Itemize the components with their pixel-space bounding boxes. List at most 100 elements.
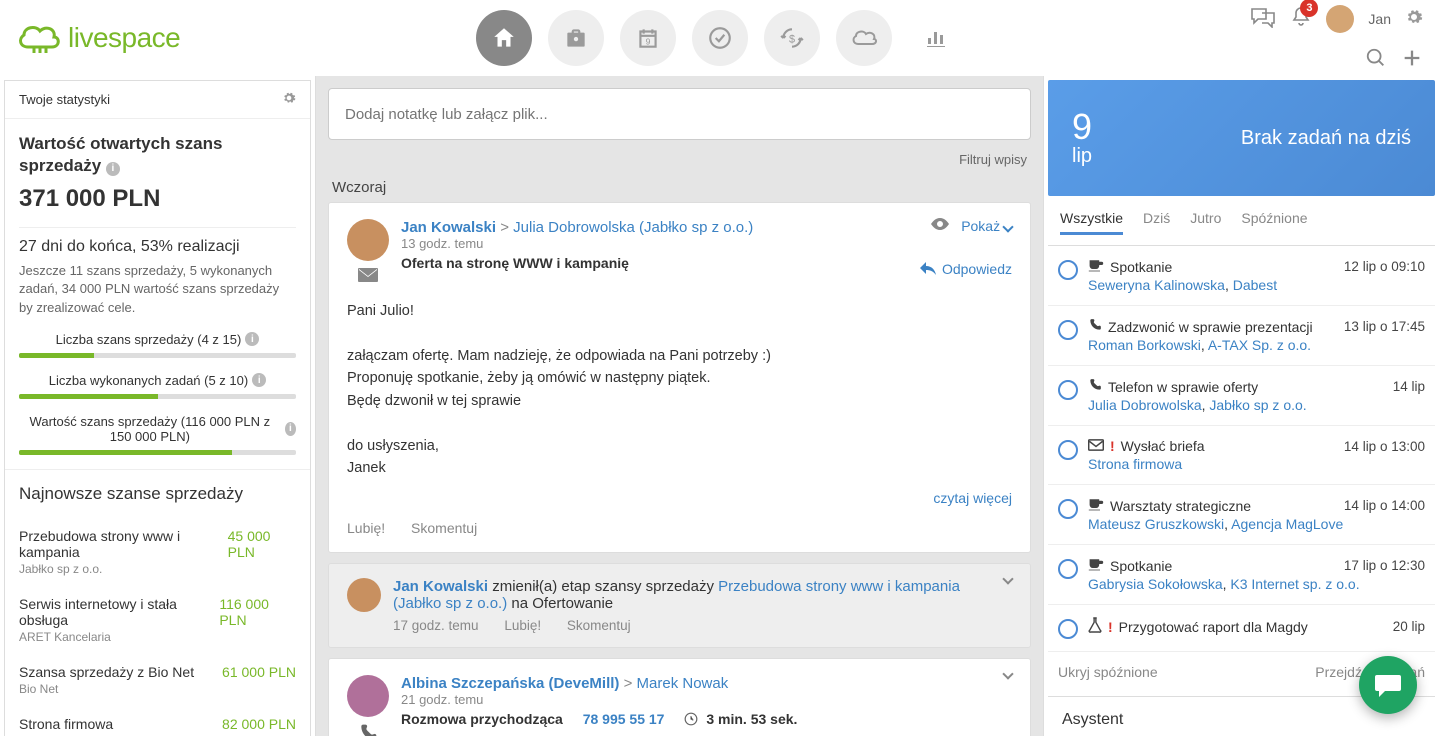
feed-author[interactable]: Jan Kowalski bbox=[393, 578, 488, 595]
task-date: 17 lip o 12:30 bbox=[1344, 558, 1425, 573]
task-type-icon bbox=[1088, 258, 1104, 275]
opportunity-item[interactable]: Serwis internetowy i stała obsługa116 00… bbox=[5, 586, 310, 654]
nav-home[interactable] bbox=[476, 10, 532, 66]
add-button[interactable] bbox=[1401, 47, 1423, 72]
task-title: Telefon w sprawie oferty bbox=[1108, 379, 1258, 395]
task-title: Przygotować raport dla Magdy bbox=[1119, 619, 1308, 635]
nav-analytics[interactable] bbox=[908, 10, 964, 66]
task-tab[interactable]: Dziś bbox=[1143, 210, 1170, 235]
avatar[interactable] bbox=[1326, 5, 1354, 33]
task-tab[interactable]: Jutro bbox=[1190, 210, 1221, 235]
task-link[interactable]: Roman Borkowski bbox=[1088, 337, 1201, 353]
feed-author[interactable]: Albina Szczepańska (DeveMill) bbox=[401, 675, 619, 692]
feed-time: 13 godz. temu bbox=[401, 236, 1012, 251]
task-link[interactable]: Seweryna Kalinowska bbox=[1088, 277, 1225, 293]
task-link[interactable]: Agencja MagLove bbox=[1231, 516, 1343, 532]
opportunity-item[interactable]: Strona firmowa82 000 PLN bbox=[5, 706, 310, 736]
feed-item-stage-change: Jan Kowalski zmienił(a) etap szansy sprz… bbox=[328, 563, 1031, 648]
settings-button[interactable] bbox=[1405, 8, 1423, 29]
stats-title: Twoje statystyki bbox=[19, 92, 110, 107]
feed-target[interactable]: Marek Nowak bbox=[637, 675, 729, 692]
task-links: Seweryna Kalinowska, Dabest bbox=[1088, 277, 1425, 293]
progress-bar bbox=[19, 353, 296, 358]
task-checkbox[interactable] bbox=[1058, 320, 1078, 340]
comment-button[interactable]: Skomentuj bbox=[411, 520, 477, 536]
nav-cloud[interactable] bbox=[836, 10, 892, 66]
task-item: Spotkanie 12 lip o 09:10 Seweryna Kalino… bbox=[1048, 246, 1435, 306]
filter-link[interactable]: Filtruj wpisy bbox=[959, 152, 1027, 167]
info-icon[interactable]: i bbox=[285, 422, 296, 436]
phone-number[interactable]: 78 995 55 17 bbox=[583, 711, 665, 727]
task-link[interactable]: A-TAX Sp. z o.o. bbox=[1208, 337, 1311, 353]
hide-late-link[interactable]: Ukryj spóźnione bbox=[1058, 664, 1158, 680]
logo[interactable]: livespace bbox=[16, 21, 180, 55]
task-checkbox[interactable] bbox=[1058, 499, 1078, 519]
info-icon[interactable]: i bbox=[252, 373, 266, 387]
task-title: Warsztaty strategiczne bbox=[1110, 498, 1251, 514]
stats-header: Twoje statystyki bbox=[5, 81, 310, 119]
call-info: Rozmowa przychodząca 78 995 55 17 3 min.… bbox=[401, 711, 1012, 727]
chat-icon bbox=[1373, 671, 1403, 699]
task-tab[interactable]: Wszystkie bbox=[1060, 210, 1123, 235]
feed-target[interactable]: Julia Dobrowolska (Jabłko sp z o.o.) bbox=[513, 219, 753, 236]
task-link[interactable]: Jabłko sp z o.o. bbox=[1209, 397, 1306, 413]
sidebar-right: 9 lip Brak zadań na dziś WszystkieDziśJu… bbox=[1043, 76, 1439, 736]
check-circle-icon bbox=[707, 25, 733, 51]
search-button[interactable] bbox=[1365, 47, 1387, 72]
search-icon bbox=[1365, 47, 1387, 69]
info-icon[interactable]: i bbox=[245, 332, 259, 346]
opportunity-item[interactable]: Szansa sprzedaży z Bio Net61 000 PLNBio … bbox=[5, 654, 310, 706]
progress-block: Liczba szans sprzedaży (4 z 15) i bbox=[19, 331, 296, 358]
info-icon[interactable]: i bbox=[106, 162, 120, 176]
task-title: Spotkanie bbox=[1110, 558, 1172, 574]
task-link[interactable]: K3 Internet sp. z o.o. bbox=[1230, 576, 1359, 592]
opportunity-item[interactable]: Przebudowa strony www i kampania45 000 P… bbox=[5, 518, 310, 586]
task-checkbox[interactable] bbox=[1058, 559, 1078, 579]
gear-icon bbox=[282, 91, 296, 105]
like-button[interactable]: Lubię! bbox=[504, 618, 541, 633]
show-link[interactable]: Pokaż bbox=[961, 218, 1012, 234]
nav-tasks[interactable] bbox=[692, 10, 748, 66]
calendar-icon: 9 bbox=[635, 25, 661, 51]
feed-avatar bbox=[347, 675, 389, 717]
reply-link[interactable]: Odpowiedz bbox=[920, 261, 1012, 277]
task-type-icon bbox=[1088, 617, 1102, 636]
open-value-title: Wartość otwartych szans sprzedaży i bbox=[19, 133, 296, 177]
task-checkbox[interactable] bbox=[1058, 260, 1078, 280]
task-type-icon bbox=[1088, 497, 1104, 514]
clock-icon bbox=[684, 712, 698, 726]
open-value: 371 000 PLN bbox=[19, 185, 296, 213]
priority-icon: ! bbox=[1110, 438, 1115, 454]
task-checkbox[interactable] bbox=[1058, 380, 1078, 400]
nav-finance[interactable]: $ bbox=[764, 10, 820, 66]
like-button[interactable]: Lubię! bbox=[347, 520, 385, 536]
feed-time: 21 godz. temu bbox=[401, 692, 1012, 707]
task-link[interactable]: Julia Dobrowolska bbox=[1088, 397, 1202, 413]
feed-item-call: Albina Szczepańska (DeveMill) > Marek No… bbox=[328, 658, 1031, 736]
today-message: Brak zadań na dziś bbox=[1241, 127, 1411, 150]
chat-fab[interactable] bbox=[1359, 656, 1417, 714]
nav-contacts[interactable] bbox=[548, 10, 604, 66]
note-input[interactable] bbox=[328, 88, 1031, 140]
task-checkbox[interactable] bbox=[1058, 440, 1078, 460]
read-more-link[interactable]: czytaj więcej bbox=[933, 490, 1012, 506]
stats-settings-button[interactable] bbox=[282, 91, 296, 108]
topbar-right: 3 Jan bbox=[1233, 5, 1423, 72]
nav-icons: 9 $ bbox=[476, 10, 964, 66]
task-link[interactable]: Mateusz Gruszkowski bbox=[1088, 516, 1224, 532]
task-link[interactable]: Dabest bbox=[1233, 277, 1277, 293]
task-checkbox[interactable] bbox=[1058, 619, 1078, 639]
task-link[interactable]: Gabrysia Sokołowska bbox=[1088, 576, 1223, 592]
nav-calendar[interactable]: 9 bbox=[620, 10, 676, 66]
comment-button[interactable]: Skomentuj bbox=[567, 618, 631, 633]
task-tab[interactable]: Spóźnione bbox=[1241, 210, 1307, 235]
task-link[interactable]: Strona firmowa bbox=[1088, 456, 1182, 472]
progress-label: Wartość szans sprzedaży (116 000 PLN z 1… bbox=[19, 414, 296, 444]
day-label: Wczoraj bbox=[332, 179, 1027, 196]
notifications-button[interactable]: 3 bbox=[1290, 5, 1312, 32]
feed-author[interactable]: Jan Kowalski bbox=[401, 219, 496, 236]
topbar: livespace 9 $ 3 Jan bbox=[0, 0, 1439, 76]
task-item: Warsztaty strategiczne 14 lip o 14:00 Ma… bbox=[1048, 485, 1435, 545]
messages-icon[interactable] bbox=[1250, 6, 1276, 31]
task-type-icon bbox=[1088, 438, 1104, 454]
